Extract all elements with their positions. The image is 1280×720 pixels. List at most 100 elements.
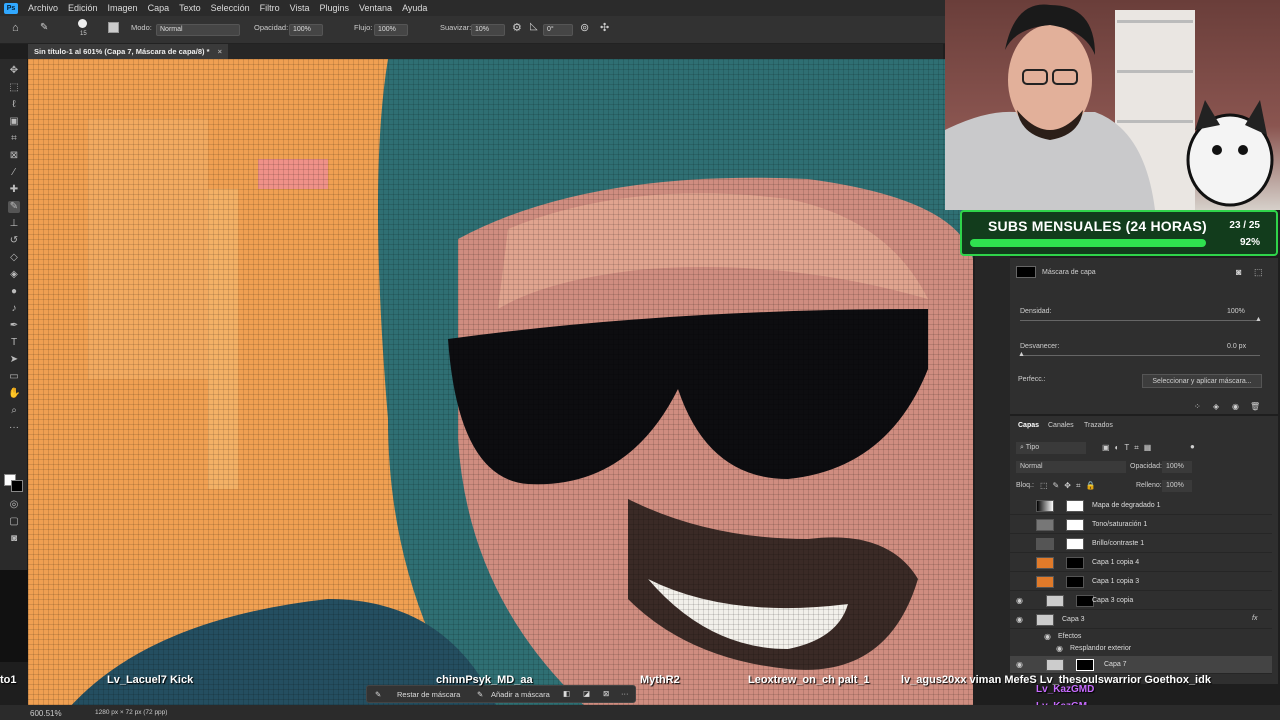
menu-capa[interactable]: Capa xyxy=(143,3,175,13)
flujo-label: Flujo: xyxy=(354,23,373,32)
object-select-icon[interactable]: ▣ xyxy=(8,116,20,128)
screen-mode-icon[interactable]: ▢ xyxy=(8,516,20,528)
close-icon[interactable]: × xyxy=(218,47,222,56)
suavizar-input[interactable]: 10% xyxy=(471,24,505,36)
opacidad-input[interactable]: 100% xyxy=(289,24,323,36)
transform-icon[interactable]: ⊠ xyxy=(603,689,609,698)
more-tools-icon[interactable]: ··· xyxy=(8,422,20,434)
clone-stamp-icon[interactable]: ⊥ xyxy=(8,218,20,230)
tab-capas[interactable]: Capas xyxy=(1018,422,1039,429)
densidad-slider-handle[interactable]: ▲ xyxy=(1255,316,1262,323)
angle-input[interactable]: 0° xyxy=(543,24,573,36)
flujo-input[interactable]: 100% xyxy=(374,24,408,36)
blend-mode-select[interactable]: Normal xyxy=(1016,461,1126,473)
menu-seleccion[interactable]: Selección xyxy=(206,3,255,13)
document-tab[interactable]: Sin título-1 al 601% (Capa 7, Máscara de… xyxy=(28,44,228,59)
filter-type-icons[interactable]: ▣◐T⌗▦ xyxy=(1102,443,1156,453)
move-tool-icon[interactable]: ✥ xyxy=(8,65,20,77)
blur-tool-icon[interactable]: ● xyxy=(8,286,20,298)
anadir-mascara-button[interactable]: Añadir a máscara xyxy=(491,690,550,699)
lock-icons[interactable]: ⬚✎✥⌗🔒 xyxy=(1040,481,1100,491)
camera-icon[interactable]: ◙ xyxy=(8,533,20,545)
select-and-mask-button[interactable]: Seleccionar y aplicar máscara... xyxy=(1142,374,1262,388)
opacity-label: Opacidad: xyxy=(1130,463,1162,470)
fill-input[interactable]: 100% xyxy=(1162,480,1192,492)
eye-icon[interactable]: ◉ xyxy=(1016,596,1026,606)
eraser-icon[interactable]: ◇ xyxy=(8,252,20,264)
eyedropper-icon[interactable]: ⁄ xyxy=(8,167,20,179)
type-tool-icon[interactable]: T xyxy=(8,337,20,349)
marquee-tool-icon[interactable]: ⬚ xyxy=(8,82,20,94)
background-color-swatch[interactable] xyxy=(11,480,23,492)
load-selection-icon[interactable]: ⁘ xyxy=(1194,402,1201,411)
rectangle-tool-icon[interactable]: ▭ xyxy=(8,371,20,383)
fx-icon[interactable]: fx xyxy=(1252,615,1257,622)
visibility-icon[interactable]: ◉ xyxy=(1232,402,1239,411)
menu-plugins[interactable]: Plugins xyxy=(315,3,355,13)
healing-brush-icon[interactable]: ✚ xyxy=(8,184,20,196)
paint-bucket-icon[interactable]: ◈ xyxy=(8,269,20,281)
brush-icon[interactable]: ✎ xyxy=(8,201,20,213)
pen-tool-icon[interactable]: ✒ xyxy=(8,320,20,332)
history-brush-icon[interactable]: ↺ xyxy=(8,235,20,247)
desvanecer-slider[interactable] xyxy=(1020,355,1260,356)
pressure-icon[interactable]: ⊚ xyxy=(580,21,589,34)
brush-icon[interactable]: ✎ xyxy=(477,690,483,699)
feather-icon[interactable]: ◪ xyxy=(583,689,590,698)
dodge-tool-icon[interactable]: ♪ xyxy=(8,303,20,315)
quick-mask-icon[interactable]: ◎ xyxy=(8,499,20,511)
apply-mask-icon[interactable]: ◈ xyxy=(1213,402,1219,411)
menu-texto[interactable]: Texto xyxy=(174,3,206,13)
tab-canales[interactable]: Canales xyxy=(1048,422,1074,429)
layer-filter-select[interactable]: ⌕ Tipo xyxy=(1016,442,1086,454)
layer-row[interactable]: Capa 1 copia 4 xyxy=(1010,554,1272,572)
menu-edicion[interactable]: Edición xyxy=(63,3,103,13)
hand-tool-icon[interactable]: ✋ xyxy=(8,388,20,400)
pixel-mask-icon[interactable]: ◙ xyxy=(1236,267,1241,277)
brush-panel-icon[interactable] xyxy=(108,22,119,33)
eye-icon[interactable]: ◉ xyxy=(1016,660,1026,670)
opacity-input[interactable]: 100% xyxy=(1162,461,1192,473)
densidad-value[interactable]: 100% xyxy=(1227,308,1245,315)
layer-row[interactable]: ◉ Capa 3 fx xyxy=(1010,611,1272,629)
home-icon[interactable]: ⌂ xyxy=(12,22,19,34)
layer-row[interactable]: Tono/saturación 1 xyxy=(1010,516,1272,534)
modo-select[interactable]: Normal xyxy=(156,24,240,36)
menu-filtro[interactable]: Filtro xyxy=(255,3,285,13)
zoom-level[interactable]: 600.51% xyxy=(30,709,62,718)
gear-icon[interactable]: ⚙ xyxy=(512,21,522,34)
menu-archivo[interactable]: Archivo xyxy=(23,3,63,13)
brush-icon[interactable]: ✎ xyxy=(375,690,381,699)
tab-trazados[interactable]: Trazados xyxy=(1084,422,1113,429)
perfec-label: Perfecc.: xyxy=(1018,376,1046,383)
brush-preset-icon[interactable] xyxy=(78,19,87,28)
menu-imagen[interactable]: Imagen xyxy=(103,3,143,13)
layer-row[interactable]: ◉ Capa 3 copia xyxy=(1010,592,1272,610)
layer-row[interactable]: Mapa de degradado 1 xyxy=(1010,497,1272,515)
eye-icon[interactable]: ◉ xyxy=(1056,644,1066,654)
frame-tool-icon[interactable]: ⊠ xyxy=(8,150,20,162)
vector-mask-icon[interactable]: ⬚ xyxy=(1254,267,1263,278)
desvanecer-slider-handle[interactable]: ▲ xyxy=(1018,351,1025,358)
menu-vista[interactable]: Vista xyxy=(285,3,315,13)
menu-ventana[interactable]: Ventana xyxy=(354,3,397,13)
lasso-tool-icon[interactable]: ℓ xyxy=(8,99,20,111)
zoom-tool-icon[interactable]: ⌕ xyxy=(8,405,20,417)
path-select-icon[interactable]: ➤ xyxy=(8,354,20,366)
restar-mascara-button[interactable]: Restar de máscara xyxy=(397,690,460,699)
invert-mask-icon[interactable]: ◧ xyxy=(563,689,570,698)
filter-toggle-icon[interactable]: ● xyxy=(1190,442,1195,451)
more-icon[interactable]: ··· xyxy=(621,689,629,698)
densidad-slider[interactable] xyxy=(1020,320,1260,321)
trash-icon[interactable]: 🗑 xyxy=(1250,402,1260,411)
layer-thumb xyxy=(1036,614,1054,626)
menu-ayuda[interactable]: Ayuda xyxy=(397,3,432,13)
canvas[interactable] xyxy=(28,59,973,709)
layer-row[interactable]: Capa 1 copia 3 xyxy=(1010,573,1272,591)
symmetry-icon[interactable]: ✣ xyxy=(600,21,609,34)
crop-tool-icon[interactable]: ⌗ xyxy=(8,133,20,145)
brush-tool-icon[interactable]: ✎ xyxy=(40,22,48,33)
layer-row[interactable]: Brillo/contraste 1 xyxy=(1010,535,1272,553)
eye-icon[interactable]: ◉ xyxy=(1016,615,1026,625)
desvanecer-value[interactable]: 0.0 px xyxy=(1227,343,1246,350)
